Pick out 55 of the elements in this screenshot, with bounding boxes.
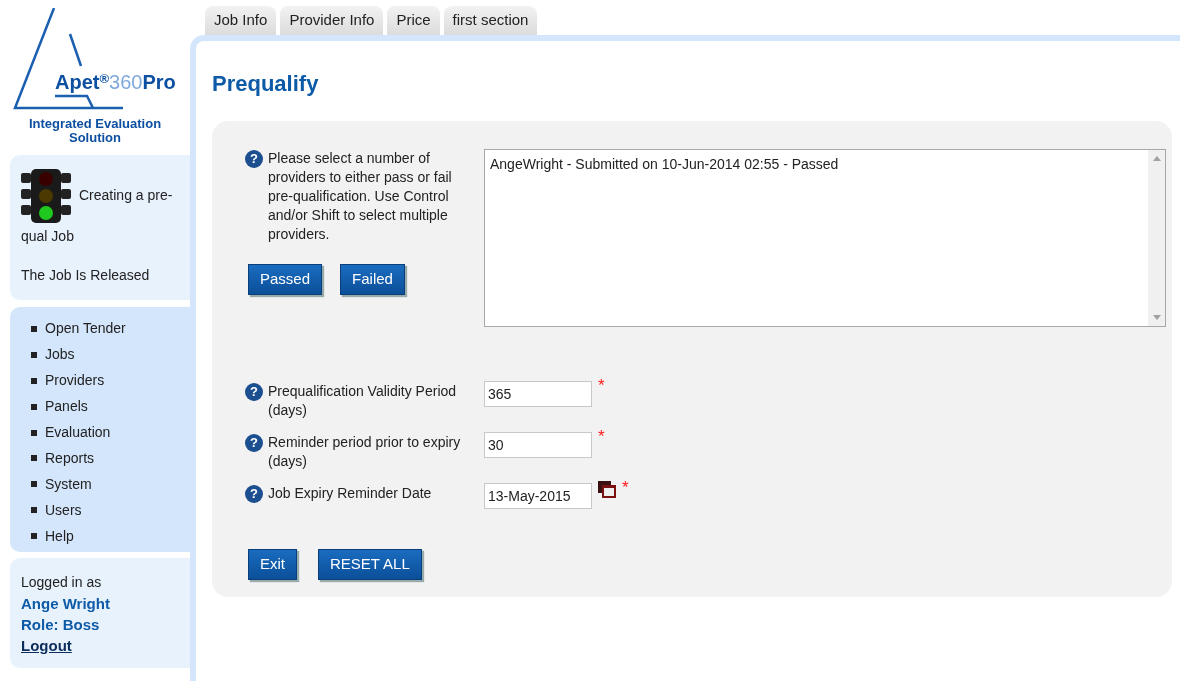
user-role: Role: Boss [21,615,100,635]
provider-list[interactable]: AngeWright - Submitted on 10-Jun-2014 02:55 - Passed [484,149,1166,327]
nav-link[interactable]: Evaluation [45,422,111,443]
help-icon[interactable]: ? [245,485,263,503]
field-label: Prequalification Validity Period (days) [268,382,458,420]
logo-wordmark: Apet$^{®}$360Pro [55,72,176,92]
nav-link[interactable]: Reports [45,447,95,469]
logo-tagline: Integrated Evaluation Solution [27,117,163,145]
help-icon[interactable]: ? [245,150,263,168]
input-field[interactable]: 365 [484,381,592,407]
bullet-icon [31,325,37,332]
help-icon[interactable]: ? [245,434,263,452]
bullet-icon [31,351,37,358]
nav-link[interactable]: System [45,473,92,495]
help-text: Please select a number of providers to either pass or fail pre-qualification. Use Control and/or Shift to select multiple providers. [268,149,453,244]
nav-link[interactable]: Users [45,499,82,521]
bullet-icon [31,403,37,410]
logout-link[interactable]: Logout [21,635,72,656]
tab[interactable]: Price [387,6,440,35]
nav-link[interactable]: Help [45,525,74,547]
required-marker: * [622,479,629,497]
field-label: Reminder period prior to expiry (days) [268,433,462,471]
bullet-icon [31,455,37,462]
help-icon[interactable]: ? [245,383,263,401]
tab[interactable]: first section [443,6,538,35]
list-option[interactable]: AngeWright - Submitted on 10-Jun-2014 02:55 - Passed [489,154,840,175]
release-status: The Job Is Released [21,266,151,285]
input-field[interactable]: 13-May-2015 [484,483,592,509]
bullet-icon [31,481,37,488]
page-title: Prequalify [212,70,319,98]
scroll-down-icon [1152,315,1161,320]
nav-link[interactable]: Jobs [45,344,75,366]
action-button[interactable]: Passed [248,264,323,295]
action-button[interactable]: Failed [340,264,405,295]
action-button[interactable]: Exit [248,549,297,580]
action-button[interactable]: RESET ALL [318,549,422,580]
required-marker: * [598,377,605,395]
tab[interactable]: Job Info [205,6,277,35]
bullet-icon [31,429,37,436]
bullet-icon [31,377,37,384]
status-text: Creating a pre-qual Job [21,167,179,247]
field-label: Job Expiry Reminder Date [268,484,432,503]
bullet-icon [31,533,37,540]
tab[interactable]: Provider Info [280,6,384,35]
calendar-icon [598,480,616,498]
nav-link[interactable]: Panels [45,396,88,418]
login-caption: Logged in as [21,573,102,592]
nav-link[interactable]: Open Tender [45,318,126,340]
scrollbar[interactable] [1148,150,1165,326]
nav-link[interactable]: Providers [45,370,105,392]
required-marker: * [598,428,605,446]
bullet-icon [31,507,37,514]
user-name: Ange Wright [21,594,110,614]
input-field[interactable]: 30 [484,432,592,458]
scroll-up-icon [1152,156,1161,161]
